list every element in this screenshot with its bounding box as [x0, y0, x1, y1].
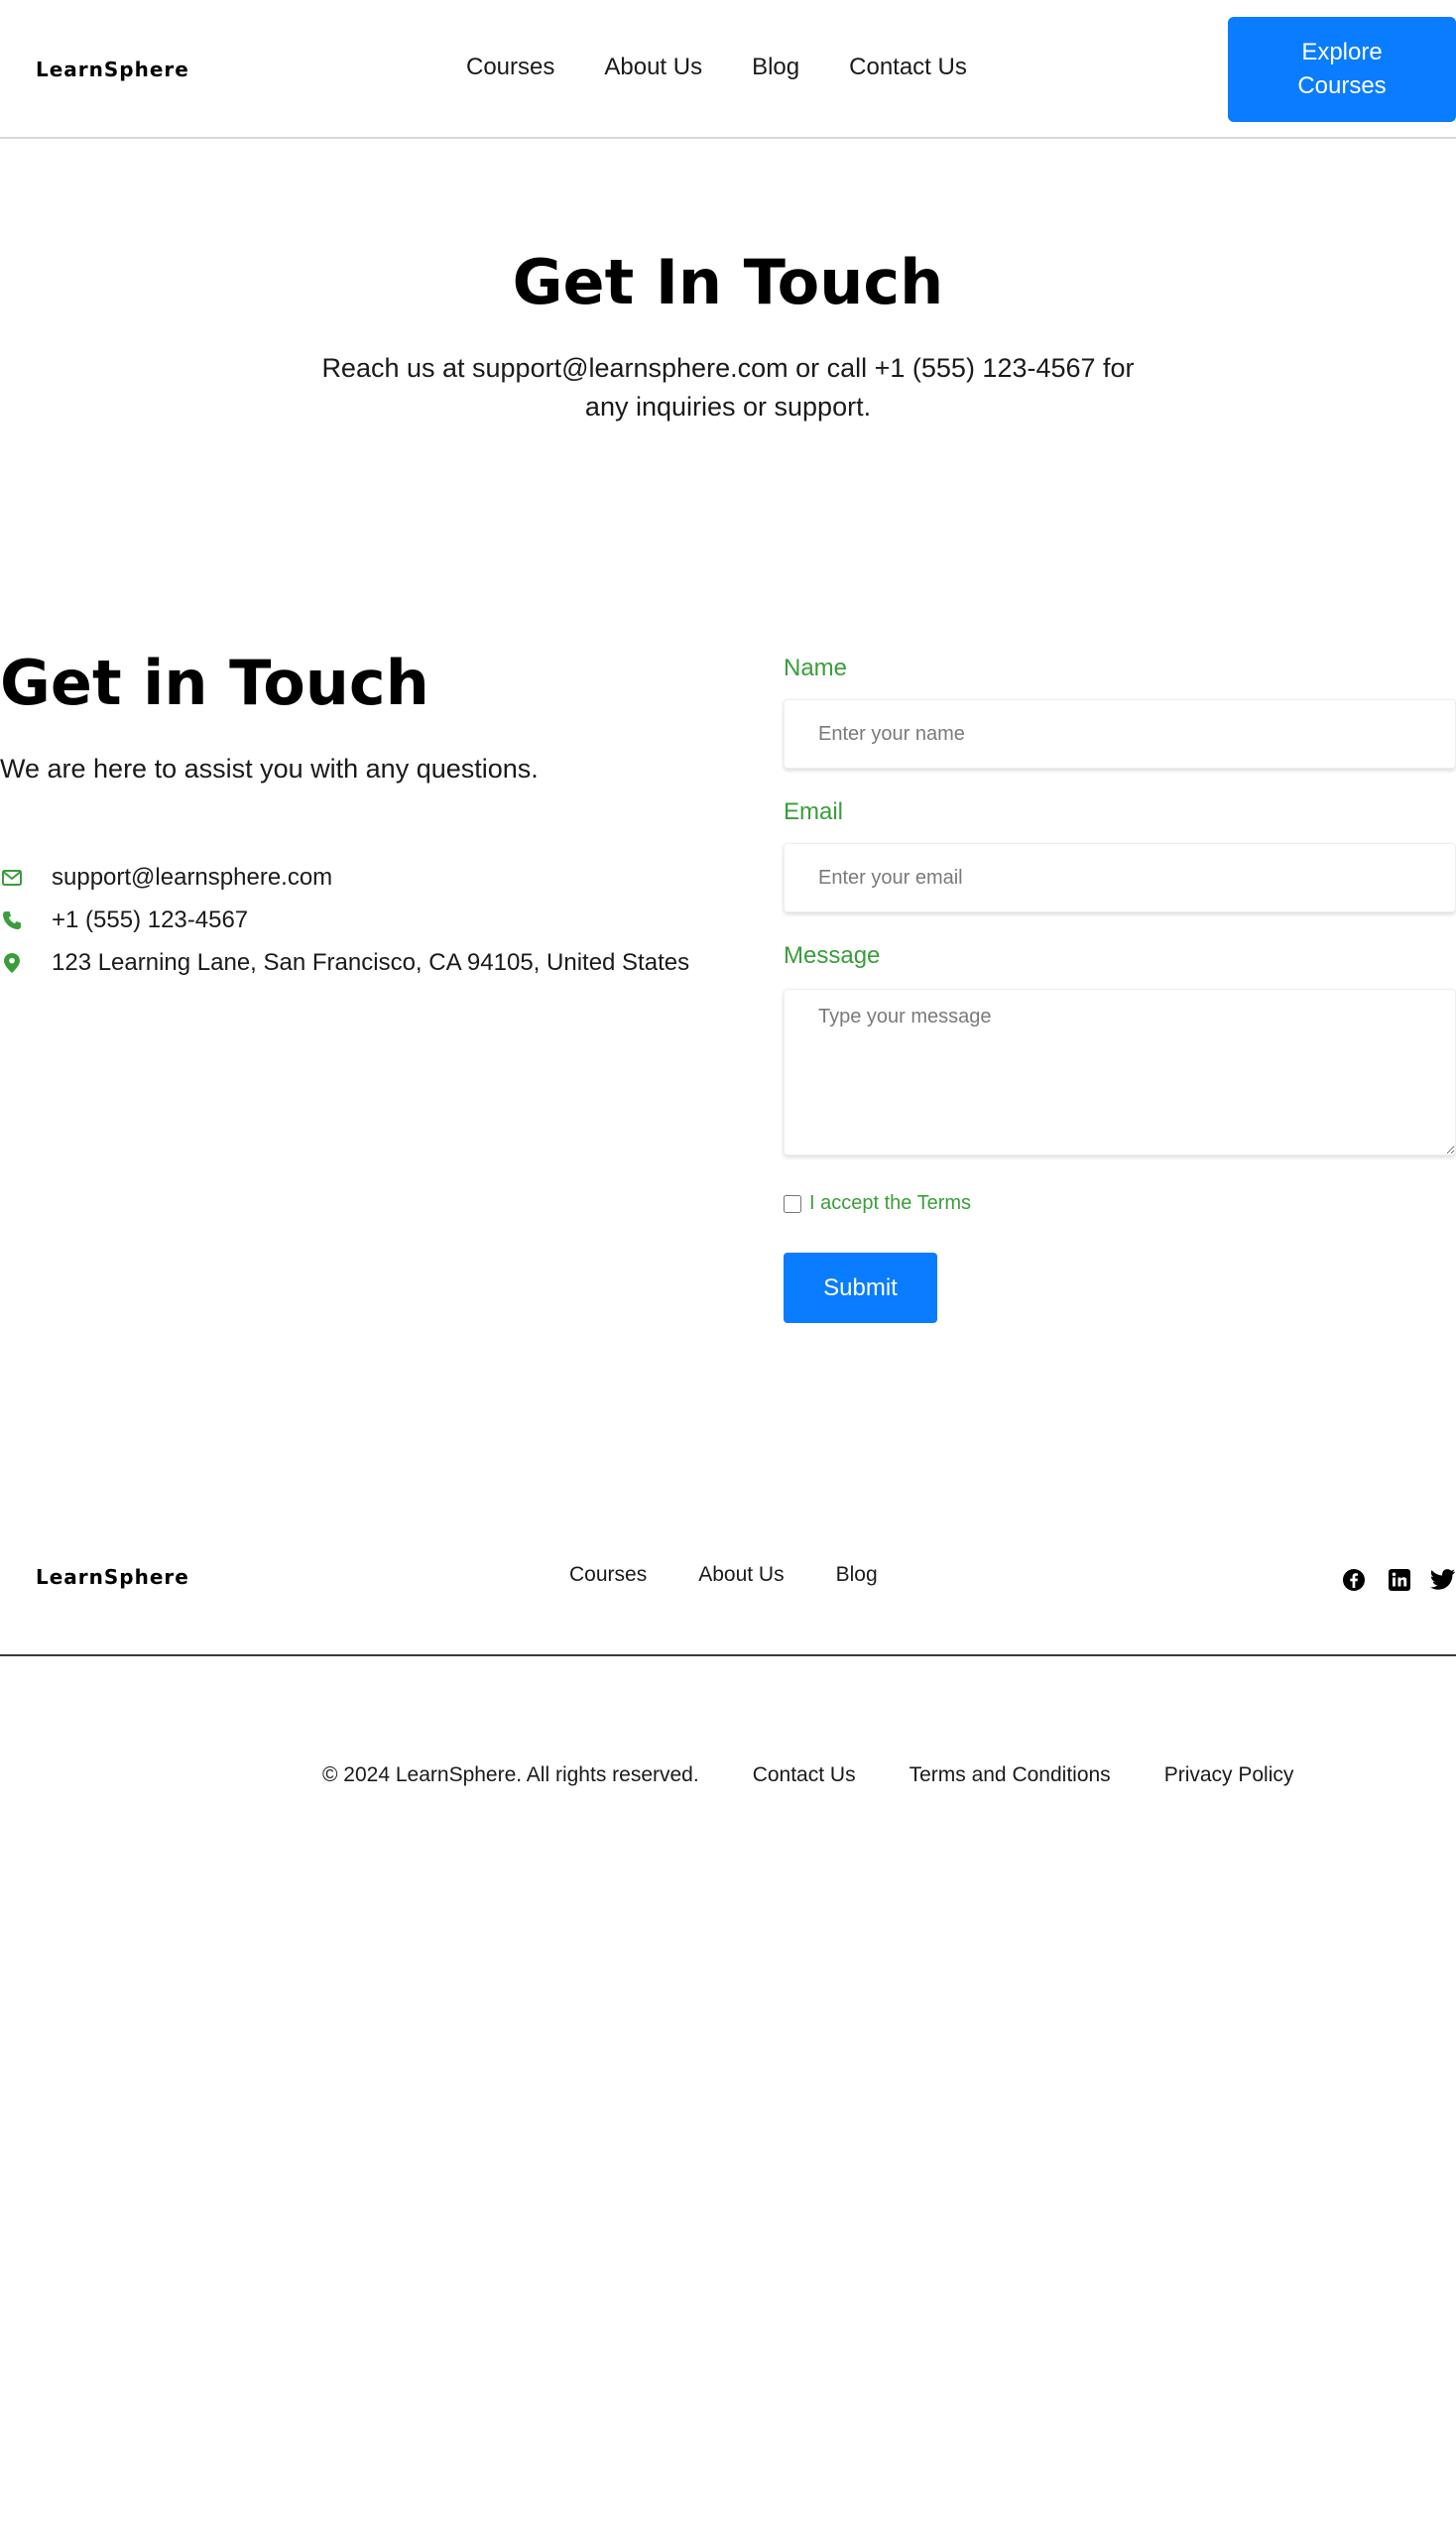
footer-nav: Courses About Us Blog: [569, 1563, 878, 1587]
footer-bottom: © 2024 LearnSphere. All rights reserved.…: [322, 1763, 1293, 1787]
contact-title: Get in Touch: [0, 647, 429, 719]
copyright-text: © 2024 LearnSphere. All rights reserved.: [322, 1763, 699, 1786]
nav-item-courses[interactable]: Courses: [466, 54, 554, 81]
hero-title: Get In Touch: [512, 246, 944, 318]
name-input[interactable]: [784, 699, 1456, 769]
terms-label[interactable]: I accept the Terms: [809, 1192, 971, 1215]
submit-button[interactable]: Submit: [784, 1253, 937, 1323]
footer-nav-courses[interactable]: Courses: [569, 1563, 647, 1587]
contact-email[interactable]: support@learnsphere.com: [52, 864, 332, 892]
contact-phone[interactable]: +1 (555) 123-4567: [52, 907, 248, 934]
footer-logo[interactable]: LearnSphere: [36, 1565, 189, 1589]
site-header: LearnSphere Courses About Us Blog Contac…: [0, 0, 1456, 139]
footer-top: LearnSphere Courses About Us Blog: [0, 1527, 1456, 1656]
email-input[interactable]: [784, 843, 1456, 912]
contact-address: 123 Learning Lane, San Francisco, CA 941…: [52, 949, 690, 976]
envelope-icon: [0, 866, 24, 890]
phone-icon: [0, 908, 24, 932]
nav-item-blog[interactable]: Blog: [752, 54, 799, 81]
footer-nav-about-us[interactable]: About Us: [698, 1563, 784, 1587]
explore-courses-button[interactable]: Explore Courses: [1228, 17, 1456, 122]
contact-subtitle: We are here to assist you with any quest…: [0, 754, 539, 784]
hero-subtitle: Reach us at support@learnsphere.com or c…: [321, 353, 1135, 422]
contact-email-row: support@learnsphere.com: [0, 864, 332, 892]
nav-item-contact-us[interactable]: Contact Us: [849, 54, 967, 81]
footer-nav-blog[interactable]: Blog: [836, 1563, 878, 1587]
footer-link-privacy[interactable]: Privacy Policy: [1164, 1763, 1294, 1787]
main-nav: Courses About Us Blog Contact Us: [466, 54, 967, 81]
terms-checkbox[interactable]: [784, 1194, 801, 1213]
contact-phone-row: +1 (555) 123-4567: [0, 907, 248, 934]
message-label: Message: [784, 942, 881, 969]
logo[interactable]: LearnSphere: [36, 58, 189, 81]
location-pin-icon: [0, 951, 24, 975]
nav-item-about-us[interactable]: About Us: [604, 54, 702, 81]
twitter-icon[interactable]: [1430, 1567, 1456, 1593]
footer-link-contact-us[interactable]: Contact Us: [753, 1763, 856, 1787]
email-label: Email: [784, 798, 844, 825]
message-textarea[interactable]: [784, 989, 1456, 1155]
contact-address-row: 123 Learning Lane, San Francisco, CA 941…: [0, 949, 689, 977]
linkedin-icon[interactable]: [1387, 1567, 1412, 1593]
facebook-icon[interactable]: [1341, 1567, 1367, 1593]
terms-row: I accept the Terms: [784, 1192, 971, 1215]
footer-link-terms[interactable]: Terms and Conditions: [910, 1763, 1111, 1787]
name-label: Name: [784, 655, 848, 681]
